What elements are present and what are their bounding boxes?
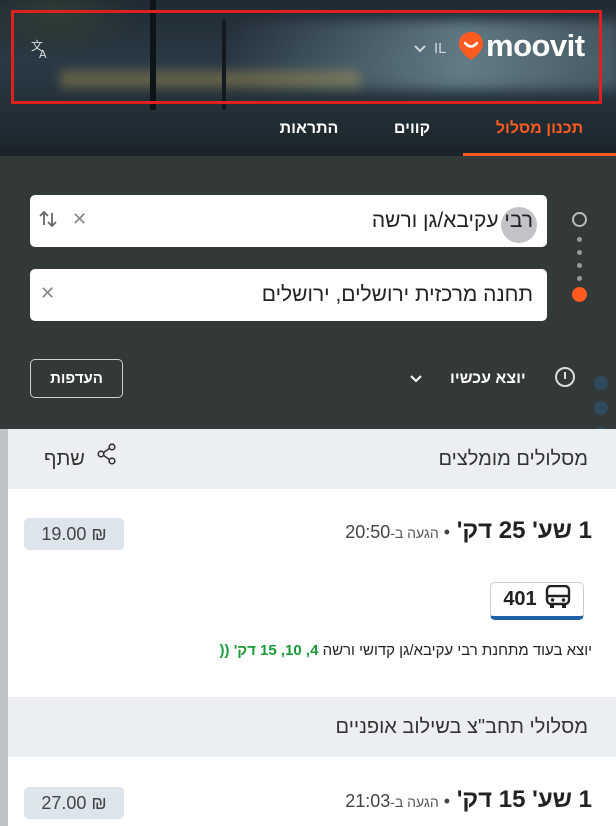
main-tabs: תכנון מסלול קווים התראות <box>0 112 616 156</box>
tab-alerts[interactable]: התראות <box>254 112 364 156</box>
bike-routes-header: מסלולי תחב"צ בשילוב אופניים <box>8 697 616 757</box>
origin-field[interactable]: ✕ רבי עקיבא/גן ורשה <box>30 195 547 247</box>
locale-selector[interactable]: IL <box>414 40 447 57</box>
clear-origin-icon[interactable]: ✕ <box>72 209 87 230</box>
route-price: 19.00 ₪ <box>24 518 124 550</box>
route-duration: 1 שע' 25 דק' • הגעה ב-20:50 <box>345 517 592 544</box>
route-dots <box>572 212 588 302</box>
destination-field[interactable]: ✕ תחנה מרכזית ירושלים, ירושלים <box>30 269 547 321</box>
tab-route-planning[interactable]: תכנון מסלול <box>463 112 616 156</box>
locale-label: IL <box>434 40 447 57</box>
departure-time-selector[interactable]: יוצא עכשיו <box>410 360 550 398</box>
tab-lines[interactable]: קווים <box>372 112 452 156</box>
line-number: 401 <box>503 588 537 610</box>
clock-icon[interactable] <box>555 367 575 387</box>
chevron-down-icon <box>414 40 426 57</box>
departure-label: יוצא עכשיו <box>450 370 526 387</box>
recommended-header: מסלולים מומלצים שתף <box>8 429 616 489</box>
share-label: שתף <box>44 448 85 470</box>
route-price: 27.00 ₪ <box>24 787 124 819</box>
preferences-button[interactable]: העדפות <box>30 359 123 398</box>
clear-destination-icon[interactable]: ✕ <box>40 283 55 304</box>
realtime-icon: (( <box>219 642 230 659</box>
origin-text: רבי עקיבא/גן ורשה <box>371 209 533 232</box>
departure-info: יוצא בעוד מתחנת רבי עקיבא/גן קדושי ורשה … <box>219 642 592 659</box>
swap-icon[interactable] <box>38 209 58 234</box>
scrollbar[interactable] <box>0 429 8 826</box>
moovit-pin-icon <box>458 31 484 61</box>
bus-icon <box>545 584 571 615</box>
route-duration: 1 שע' 15 דק' • הגעה ב-21:03 <box>345 786 592 813</box>
departure-times: 4, 10, 15 דק' <box>233 642 319 659</box>
moovit-logo[interactable]: moovit <box>458 28 585 64</box>
chevron-down-icon <box>410 370 422 388</box>
translate-icon[interactable]: 文 A <box>30 38 52 65</box>
brand-name: moovit <box>486 28 585 63</box>
share-icon <box>97 429 117 489</box>
bike-routes-title: מסלולי תחב"צ בשילוב אופניים <box>335 716 588 738</box>
destination-text: תחנה מרכזית ירושלים, ירושלים <box>261 283 533 306</box>
share-button[interactable]: שתף <box>44 429 117 489</box>
svg-text:A: A <box>39 48 47 60</box>
line-badge[interactable]: 401 <box>490 582 584 620</box>
recommended-title: מסלולים מומלצים <box>438 448 589 470</box>
